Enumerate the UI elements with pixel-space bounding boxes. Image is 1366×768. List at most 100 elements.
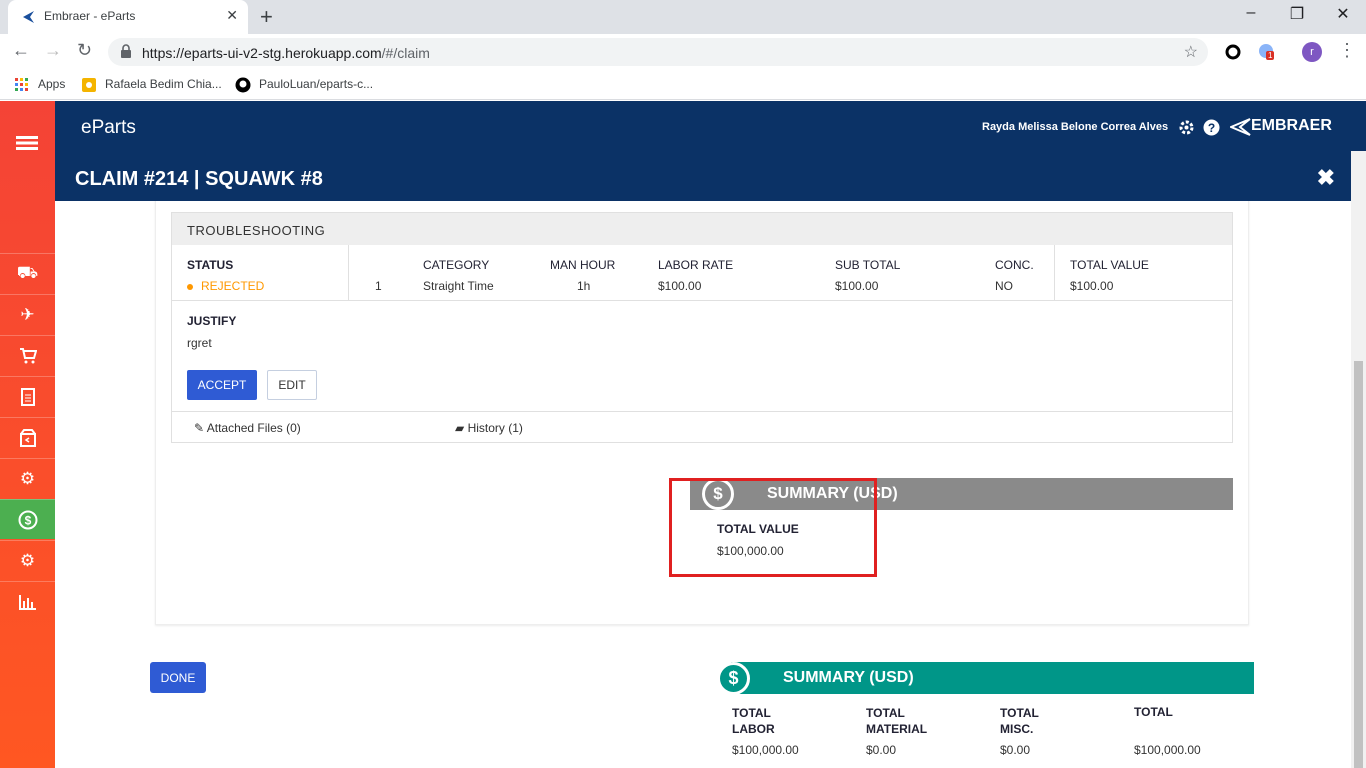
cart-icon: [19, 347, 37, 363]
cell-total-value: $100.00: [1070, 279, 1114, 293]
bookmark-star-icon[interactable]: ☆: [1184, 42, 1198, 62]
sidebar-item-truck[interactable]: ⛟: [0, 253, 55, 293]
sidebar-item-returns[interactable]: [0, 417, 55, 457]
modal-scrollbar[interactable]: [1351, 151, 1366, 768]
address-bar[interactable]: https://eparts-ui-v2-stg.herokuapp.com/#…: [108, 38, 1208, 66]
total-misc-label: TOTAL MISC.: [1000, 706, 1039, 736]
total-material-label: TOTAL MATERIAL: [866, 706, 928, 736]
new-tab-icon[interactable]: +: [260, 4, 273, 30]
col-sub-total: SUB TOTAL: [835, 258, 901, 272]
status-badge: REJECTED: [187, 279, 264, 293]
sidebar-item-claims[interactable]: $: [0, 499, 55, 539]
embraer-logo-text: EMBRAER: [1251, 117, 1332, 134]
extension-circle-icon[interactable]: [1225, 44, 1241, 60]
cog-hand-icon: ⚙: [19, 468, 36, 488]
accept-button[interactable]: ACCEPT: [187, 370, 257, 400]
justify-value: rgret: [187, 336, 212, 350]
sidebar-item-aircraft[interactable]: ✈: [0, 294, 55, 334]
troubleshooting-panel: TROUBLESHOOTING STATUS REJECTED 1 CATEGO…: [171, 212, 1233, 443]
col-total-value: TOTAL VALUE: [1070, 258, 1149, 272]
embraer-favicon-icon: [23, 11, 34, 23]
sidebar-item-settings[interactable]: ⚙: [0, 540, 55, 580]
restore-icon[interactable]: ❐: [1274, 4, 1320, 24]
minimize-icon[interactable]: –: [1228, 4, 1274, 22]
menu-icon[interactable]: [16, 135, 38, 151]
browser-tab-bar: Embraer - eParts ✕ + – ❐ ✕: [0, 0, 1366, 34]
attached-files-link[interactable]: ✎ Attached Files (0): [194, 421, 301, 435]
bookmark-favicon-icon: [82, 78, 96, 92]
lock-icon: [121, 44, 131, 58]
forward-icon[interactable]: →: [44, 40, 62, 61]
tab-close-icon[interactable]: ✕: [226, 7, 238, 24]
modal-close-icon[interactable]: ✖: [1317, 165, 1335, 191]
app-header: eParts Rayda Melissa Belone Correa Alves…: [55, 101, 1366, 151]
col-conc: CONC.: [995, 258, 1034, 272]
bookmark-apps[interactable]: Apps: [38, 77, 65, 91]
gear-icon[interactable]: [1178, 119, 1195, 136]
dollar-icon: $: [717, 662, 750, 695]
reload-icon[interactable]: ↻: [77, 40, 92, 61]
paperclip-icon: ✎: [194, 421, 205, 435]
edit-button[interactable]: EDIT: [267, 370, 317, 400]
app-root: ⛟ ✈ ⚙ $ ⚙ eParts Rayda Melissa Belone Co…: [0, 101, 1366, 768]
total-label: TOTAL: [1134, 705, 1173, 719]
github-icon: [235, 77, 251, 93]
extension-globe-icon[interactable]: 1: [1258, 43, 1276, 61]
status-dot-icon: [187, 283, 193, 290]
done-button[interactable]: DONE: [150, 662, 206, 693]
history-link[interactable]: ▰ History (1): [455, 421, 523, 435]
user-name[interactable]: Rayda Melissa Belone Correa Alves: [982, 121, 1168, 133]
summary-title: SUMMARY (USD): [783, 669, 914, 686]
claim-summary: $ SUMMARY (USD): [717, 662, 1254, 695]
cell-labor-rate: $100.00: [658, 279, 702, 293]
browser-menu-icon[interactable]: ⋮: [1338, 40, 1356, 61]
bookmarks-bar: Apps Rafaela Bedim Chia... PauloLuan/epa…: [0, 70, 1366, 100]
total-labor-value: $100,000.00: [732, 743, 799, 757]
cell-conc: NO: [995, 279, 1013, 293]
profile-avatar[interactable]: r: [1302, 42, 1322, 62]
dollar-icon: $: [18, 510, 37, 529]
modal-title: CLAIM #214 | SQUAWK #8: [75, 168, 323, 190]
embraer-logo-icon: [1230, 118, 1251, 136]
app-brand[interactable]: eParts: [81, 117, 136, 139]
divider: [172, 300, 1232, 301]
justify-label: JUSTIFY: [187, 314, 237, 328]
sidebar-item-cart[interactable]: [0, 335, 55, 375]
col-man-hour: MAN HOUR: [550, 258, 616, 272]
status-label: STATUS: [187, 258, 234, 272]
svg-text:?: ?: [1208, 121, 1215, 135]
highlight-box: [669, 478, 877, 577]
help-icon[interactable]: ?: [1203, 119, 1220, 136]
sidebar-item-reports[interactable]: [0, 581, 55, 621]
tab-title: Embraer - eParts: [44, 9, 136, 23]
col-category: CATEGORY: [423, 258, 490, 272]
cell-category: Straight Time: [423, 279, 494, 293]
document-icon: [20, 387, 35, 406]
cell-man-hour: 1h: [577, 279, 591, 293]
bookmark-rafaela[interactable]: Rafaela Bedim Chia...: [105, 77, 222, 91]
back-icon[interactable]: ←: [12, 40, 30, 61]
row-index: 1: [375, 279, 382, 293]
sidebar-item-documents[interactable]: [0, 376, 55, 416]
window-close-icon[interactable]: ✕: [1320, 4, 1366, 24]
col-labor-rate: LABOR RATE: [658, 258, 734, 272]
bookmark-github[interactable]: PauloLuan/eparts-c...: [259, 77, 373, 91]
troubleshooting-header: TROUBLESHOOTING: [172, 213, 1232, 245]
extension-badge: 1: [1266, 51, 1275, 60]
scrollbar-thumb[interactable]: [1354, 361, 1363, 768]
browser-tab[interactable]: Embraer - eParts ✕: [8, 0, 248, 34]
svg-text:$: $: [24, 513, 31, 527]
sidebar-item-services[interactable]: ⚙: [0, 458, 55, 498]
package-icon: [19, 428, 36, 447]
url-text: https://eparts-ui-v2-stg.herokuapp.com/#…: [142, 45, 430, 61]
total-material-value: $0.00: [866, 743, 897, 757]
book-icon: ▰: [455, 421, 465, 435]
total-misc-value: $0.00: [1000, 743, 1031, 757]
browser-toolbar: ← → ↻ https://eparts-ui-v2-stg.herokuapp…: [0, 34, 1366, 70]
divider: [1054, 245, 1055, 300]
total-value: $100,000.00: [1134, 743, 1201, 757]
modal-header: CLAIM #214 | SQUAWK #8 ✖: [55, 151, 1351, 201]
gears-icon: ⚙: [19, 550, 36, 570]
divider: [348, 245, 349, 300]
cell-sub-total: $100.00: [835, 279, 879, 293]
